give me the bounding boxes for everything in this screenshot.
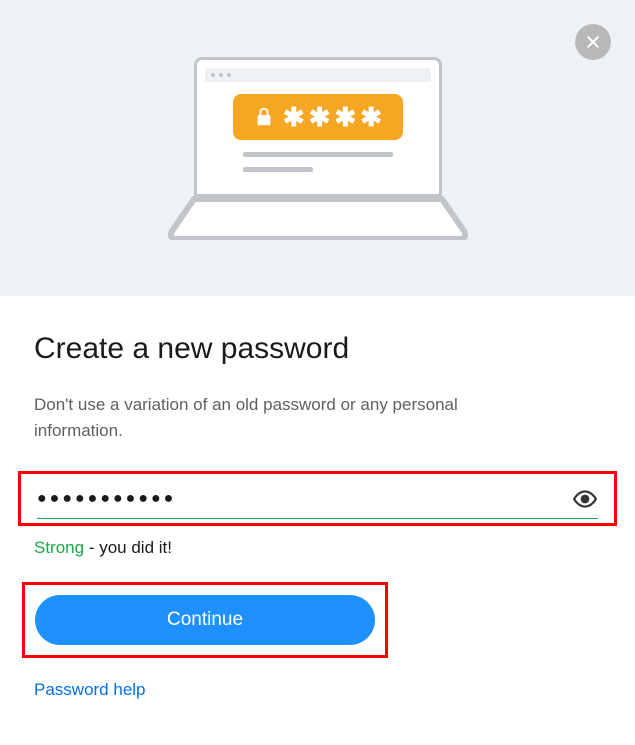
- laptop-screen: ✱ ✱ ✱ ✱: [194, 57, 442, 197]
- placeholder-line: [243, 152, 393, 157]
- strength-suffix: - you did it!: [84, 538, 172, 557]
- password-strength: Strong - you did it!: [34, 538, 601, 558]
- laptop-base: [168, 195, 468, 240]
- close-icon: [585, 34, 601, 50]
- close-button[interactable]: [575, 24, 611, 60]
- asterisk-icon: ✱: [360, 104, 382, 130]
- password-row: [37, 486, 598, 519]
- password-field-highlight: [18, 471, 617, 526]
- hero-banner: ✱ ✱ ✱ ✱: [0, 0, 635, 296]
- eye-icon[interactable]: [572, 486, 598, 512]
- password-pill: ✱ ✱ ✱ ✱: [233, 94, 403, 140]
- asterisk-icon: ✱: [335, 104, 357, 130]
- page-subtitle: Don't use a variation of an old password…: [34, 392, 514, 443]
- laptop-illustration: ✱ ✱ ✱ ✱: [168, 57, 468, 240]
- continue-button-highlight: Continue: [22, 582, 388, 658]
- content-area: Create a new password Don't use a variat…: [0, 296, 635, 700]
- lock-icon: [253, 105, 275, 129]
- asterisk-icon: ✱: [283, 104, 305, 130]
- asterisk-icon: ✱: [309, 104, 331, 130]
- strength-label: Strong: [34, 538, 84, 557]
- placeholder-line: [243, 167, 313, 172]
- password-help-link[interactable]: Password help: [34, 680, 146, 700]
- password-input[interactable]: [37, 490, 572, 508]
- page-title: Create a new password: [34, 332, 601, 366]
- continue-button[interactable]: Continue: [35, 595, 375, 645]
- browser-bar: [205, 68, 431, 82]
